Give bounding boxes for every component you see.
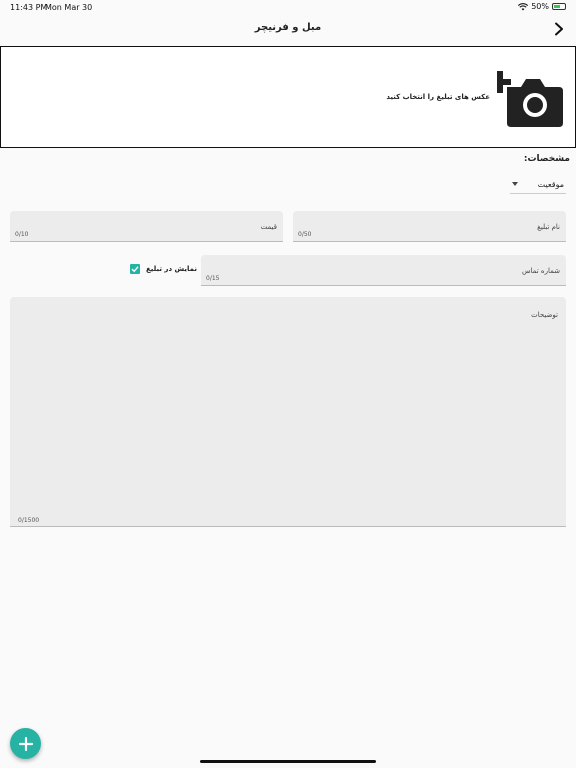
status-bar: 11:43 PM Mon Mar 30 50%	[0, 0, 576, 14]
status-right: 50%	[518, 2, 566, 11]
phone-counter: 0/15	[206, 275, 220, 282]
description-field[interactable]: توضیحات 0/1500	[10, 297, 566, 527]
phone-label: شماره تماس	[522, 267, 560, 275]
chevron-right-icon	[555, 22, 563, 36]
ad-name-counter: 0/50	[298, 231, 312, 238]
price-label: قیمت	[260, 223, 277, 231]
home-indicator	[200, 760, 376, 763]
ad-name-label: نام تبلیغ	[537, 223, 560, 231]
location-dropdown[interactable]: موقعیت	[510, 175, 566, 194]
wifi-icon	[518, 2, 529, 10]
specs-title: مشخصات:	[523, 154, 570, 164]
checkbox-checked-icon[interactable]	[130, 264, 140, 274]
description-counter: 0/1500	[18, 517, 40, 524]
location-dropdown-label: موقعیت	[537, 179, 564, 189]
page-title: مبل و فرنیچر	[254, 22, 322, 33]
app-bar: مبل و فرنیچر	[0, 14, 576, 46]
battery-icon	[552, 3, 566, 10]
description-label: توضیحات	[531, 311, 558, 319]
photo-picker-hint: عکس های تبلیغ را انتخاب کنید	[386, 93, 490, 101]
phone-field[interactable]: شماره تماس 0/15	[201, 255, 566, 286]
price-counter: 0/10	[15, 231, 29, 238]
add-fab-button[interactable]	[10, 728, 41, 759]
status-time: 11:43 PM	[10, 3, 48, 12]
status-date: Mon Mar 30	[45, 3, 93, 12]
price-field[interactable]: قیمت 0/10	[10, 211, 283, 242]
chevron-down-icon	[512, 182, 518, 186]
photo-picker[interactable]: عکس های تبلیغ را انتخاب کنید	[0, 46, 576, 148]
show-in-ad-label: نمایش در تبلیغ	[146, 265, 197, 273]
show-in-ad-checkbox[interactable]: نمایش در تبلیغ	[130, 264, 197, 274]
ad-name-field[interactable]: نام تبلیغ 0/50	[293, 211, 566, 242]
plus-icon	[18, 736, 33, 751]
back-button[interactable]	[552, 20, 566, 38]
add-camera-icon[interactable]	[497, 65, 563, 127]
battery-percent: 50%	[531, 2, 549, 11]
check-icon	[131, 266, 139, 273]
